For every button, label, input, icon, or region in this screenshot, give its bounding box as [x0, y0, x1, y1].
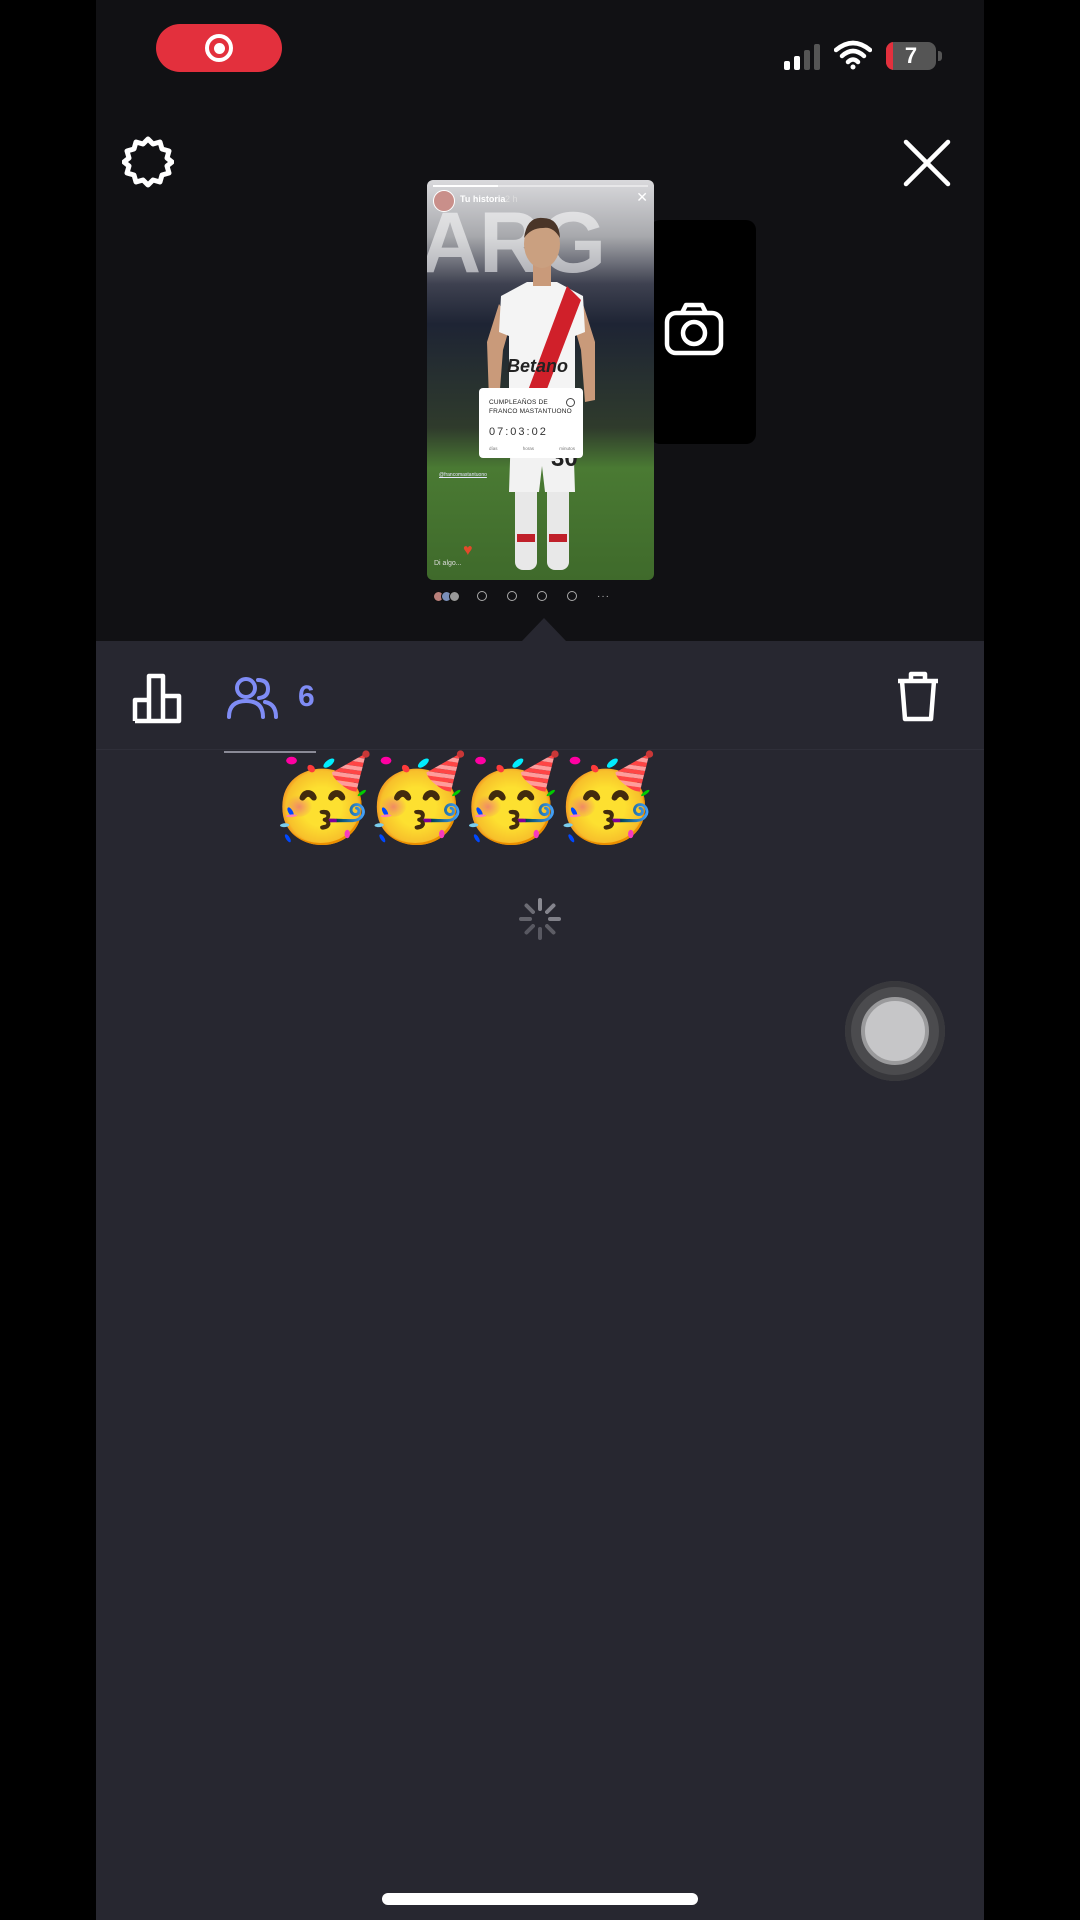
- story-header-time: 2 h: [505, 194, 518, 204]
- screen-record-icon: [205, 34, 233, 62]
- reply-placeholder: Di algo...: [434, 560, 462, 567]
- panel-header: 6: [96, 641, 984, 750]
- story-insights-panel: 6 🥳🥳🥳🥳: [96, 641, 984, 1920]
- countdown-unit-minutes: minutos: [559, 446, 575, 451]
- heart-icon: ♥: [463, 542, 473, 559]
- camera-icon[interactable]: [664, 302, 724, 356]
- story-progress-bar: [433, 185, 648, 187]
- mention-sticker: @francomastantuono: [439, 472, 487, 478]
- story-close-icon: ✕: [636, 189, 648, 205]
- people-icon: [227, 677, 278, 719]
- story-toolbar: ···: [427, 588, 654, 604]
- more-icon[interactable]: ···: [597, 591, 610, 602]
- story-header-title: Tu historia: [460, 194, 506, 204]
- wifi-icon: [834, 40, 872, 70]
- send-icon[interactable]: [567, 591, 577, 601]
- assistive-touch-knob: [861, 997, 929, 1065]
- viewers-count: 6: [298, 680, 315, 713]
- countdown-title-line1: CUMPLEAÑOS DE: [489, 399, 548, 406]
- bar-chart-icon[interactable]: [132, 672, 184, 724]
- close-icon[interactable]: [902, 138, 952, 188]
- trash-icon[interactable]: [896, 671, 940, 723]
- spinner-icon: [519, 898, 561, 940]
- reaction-emojis: 🥳🥳🥳🥳: [270, 751, 658, 845]
- save-icon[interactable]: [537, 591, 547, 601]
- cellular-signal-icon: [784, 44, 820, 70]
- countdown-digits: 07:03:02: [489, 426, 548, 438]
- highlight-icon[interactable]: [477, 591, 487, 601]
- story-preview[interactable]: ARG Betano 30 Tu historia 2 h ✕ CUMPLEAÑ…: [427, 180, 654, 580]
- screen-recording-indicator[interactable]: [156, 24, 282, 72]
- countdown-units: días horas minutos: [489, 446, 575, 451]
- battery-indicator: 7: [886, 42, 936, 70]
- panel-pointer: [522, 618, 566, 641]
- reminder-icon: [566, 398, 575, 407]
- viewer-avatars: [433, 590, 460, 602]
- countdown-unit-days: días: [489, 446, 498, 451]
- home-indicator[interactable]: [382, 1893, 698, 1905]
- phone-screen: 7 ARG Betano 30 Tu historia 2 h ✕ CUMPLE…: [96, 0, 984, 1920]
- countdown-title-line2: FRANCO MASTANTUONO: [489, 408, 572, 415]
- countdown-unit-hours: horas: [522, 446, 534, 451]
- jersey-sponsor: Betano: [507, 356, 568, 376]
- battery-tip: [938, 51, 942, 61]
- assistive-touch-button[interactable]: [845, 981, 945, 1081]
- avatar: [433, 190, 455, 212]
- viewers-button[interactable]: 6: [226, 675, 315, 719]
- gear-icon[interactable]: [122, 136, 174, 188]
- battery-level: 7: [904, 43, 918, 68]
- countdown-sticker: CUMPLEAÑOS DE FRANCO MASTANTUONO 07:03:0…: [479, 388, 583, 458]
- share-icon[interactable]: [507, 591, 517, 601]
